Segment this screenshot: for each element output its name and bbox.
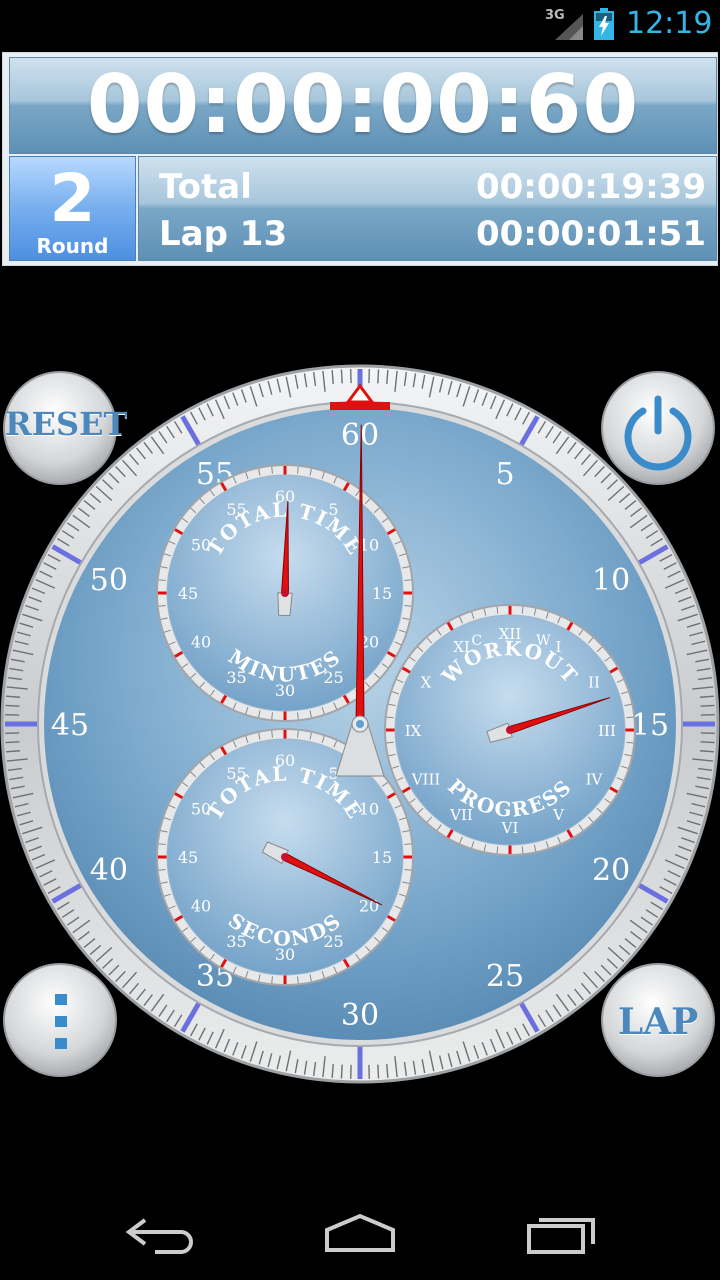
subdial-number: VIII <box>411 771 441 789</box>
lap-info: Total 00:00:19:39 Lap 13 00:00:01:51 <box>138 156 717 261</box>
power-icon <box>624 395 692 471</box>
bezel-tick <box>5 704 20 707</box>
power-button[interactable] <box>603 373 713 483</box>
minutes-subdial: 60510152025303540455055TOTAL TIMEMINUTES <box>156 464 414 722</box>
outer-number: 60 <box>341 418 379 453</box>
subdial-number: X <box>421 674 432 692</box>
main-time-display: 00:00:00:60 <box>9 57 717 154</box>
bezel-tick <box>377 369 380 384</box>
round-label: Round <box>36 234 109 258</box>
main-time-value: 00:00:00:60 <box>86 58 640 151</box>
subdial-number: 15 <box>372 848 392 867</box>
subdial-number: IV <box>586 771 604 789</box>
subdial-number: 40 <box>191 897 211 916</box>
timer-panel: 00:00:00:60 2 Round Total 00:00:19:39 La… <box>2 52 718 266</box>
subdial-number: 45 <box>178 848 198 867</box>
back-button[interactable] <box>115 1208 205 1258</box>
outer-number: 20 <box>592 853 630 888</box>
bezel-tick <box>700 704 715 707</box>
recents-button[interactable] <box>515 1208 605 1258</box>
outer-number: 40 <box>90 853 128 888</box>
home-icon <box>325 1213 395 1252</box>
battery-charging-icon <box>594 8 614 40</box>
overflow-menu-icon <box>55 994 67 1049</box>
menu-button[interactable] <box>5 965 115 1075</box>
subdial-number: II <box>588 674 600 692</box>
outer-number: 15 <box>631 708 669 743</box>
reset-button[interactable]: RESET <box>5 373 128 483</box>
workout-subdial: XIIIIIIIIIVVVIVIIVIIIIXXXI C WWORKOUTPROGR… <box>384 604 636 856</box>
subdial-number: IX <box>405 722 422 740</box>
bezel-tick <box>340 1064 343 1079</box>
subdial-number: 40 <box>191 633 211 652</box>
outer-number: 10 <box>592 563 630 598</box>
total-label: Total <box>159 167 252 207</box>
subdial-number: 15 <box>372 584 392 603</box>
signal-icon <box>555 14 583 40</box>
total-value: 00:00:19:39 <box>475 167 706 207</box>
outer-number: 5 <box>495 457 514 492</box>
lap-value: 00:00:01:51 <box>475 214 706 254</box>
outer-number: 45 <box>51 708 89 743</box>
bezel-tick <box>340 369 343 384</box>
bezel-tick <box>700 741 715 744</box>
back-icon <box>125 1218 193 1254</box>
round-number: 2 <box>49 160 96 237</box>
outer-number: 50 <box>90 563 128 598</box>
round-indicator: 2 Round <box>9 156 136 261</box>
home-button[interactable] <box>315 1208 405 1258</box>
bezel-tick <box>377 1064 380 1079</box>
recents-icon <box>527 1218 595 1254</box>
subdial-number: VI <box>501 819 519 837</box>
subdial-number: 45 <box>178 584 198 603</box>
subdial-number: III <box>598 722 616 740</box>
status-bar: 3G 12:19 <box>0 0 720 50</box>
lap-label: Lap 13 <box>159 214 288 254</box>
lap-button[interactable]: LAP <box>603 965 713 1075</box>
navigation-bar <box>0 1190 720 1280</box>
reset-label: RESET <box>5 405 128 443</box>
status-clock: 12:19 <box>626 6 713 41</box>
bezel-tick <box>5 741 20 744</box>
lap-button-label: LAP <box>617 1001 699 1043</box>
outer-number: 30 <box>341 998 379 1033</box>
outer-number: 25 <box>486 959 524 994</box>
